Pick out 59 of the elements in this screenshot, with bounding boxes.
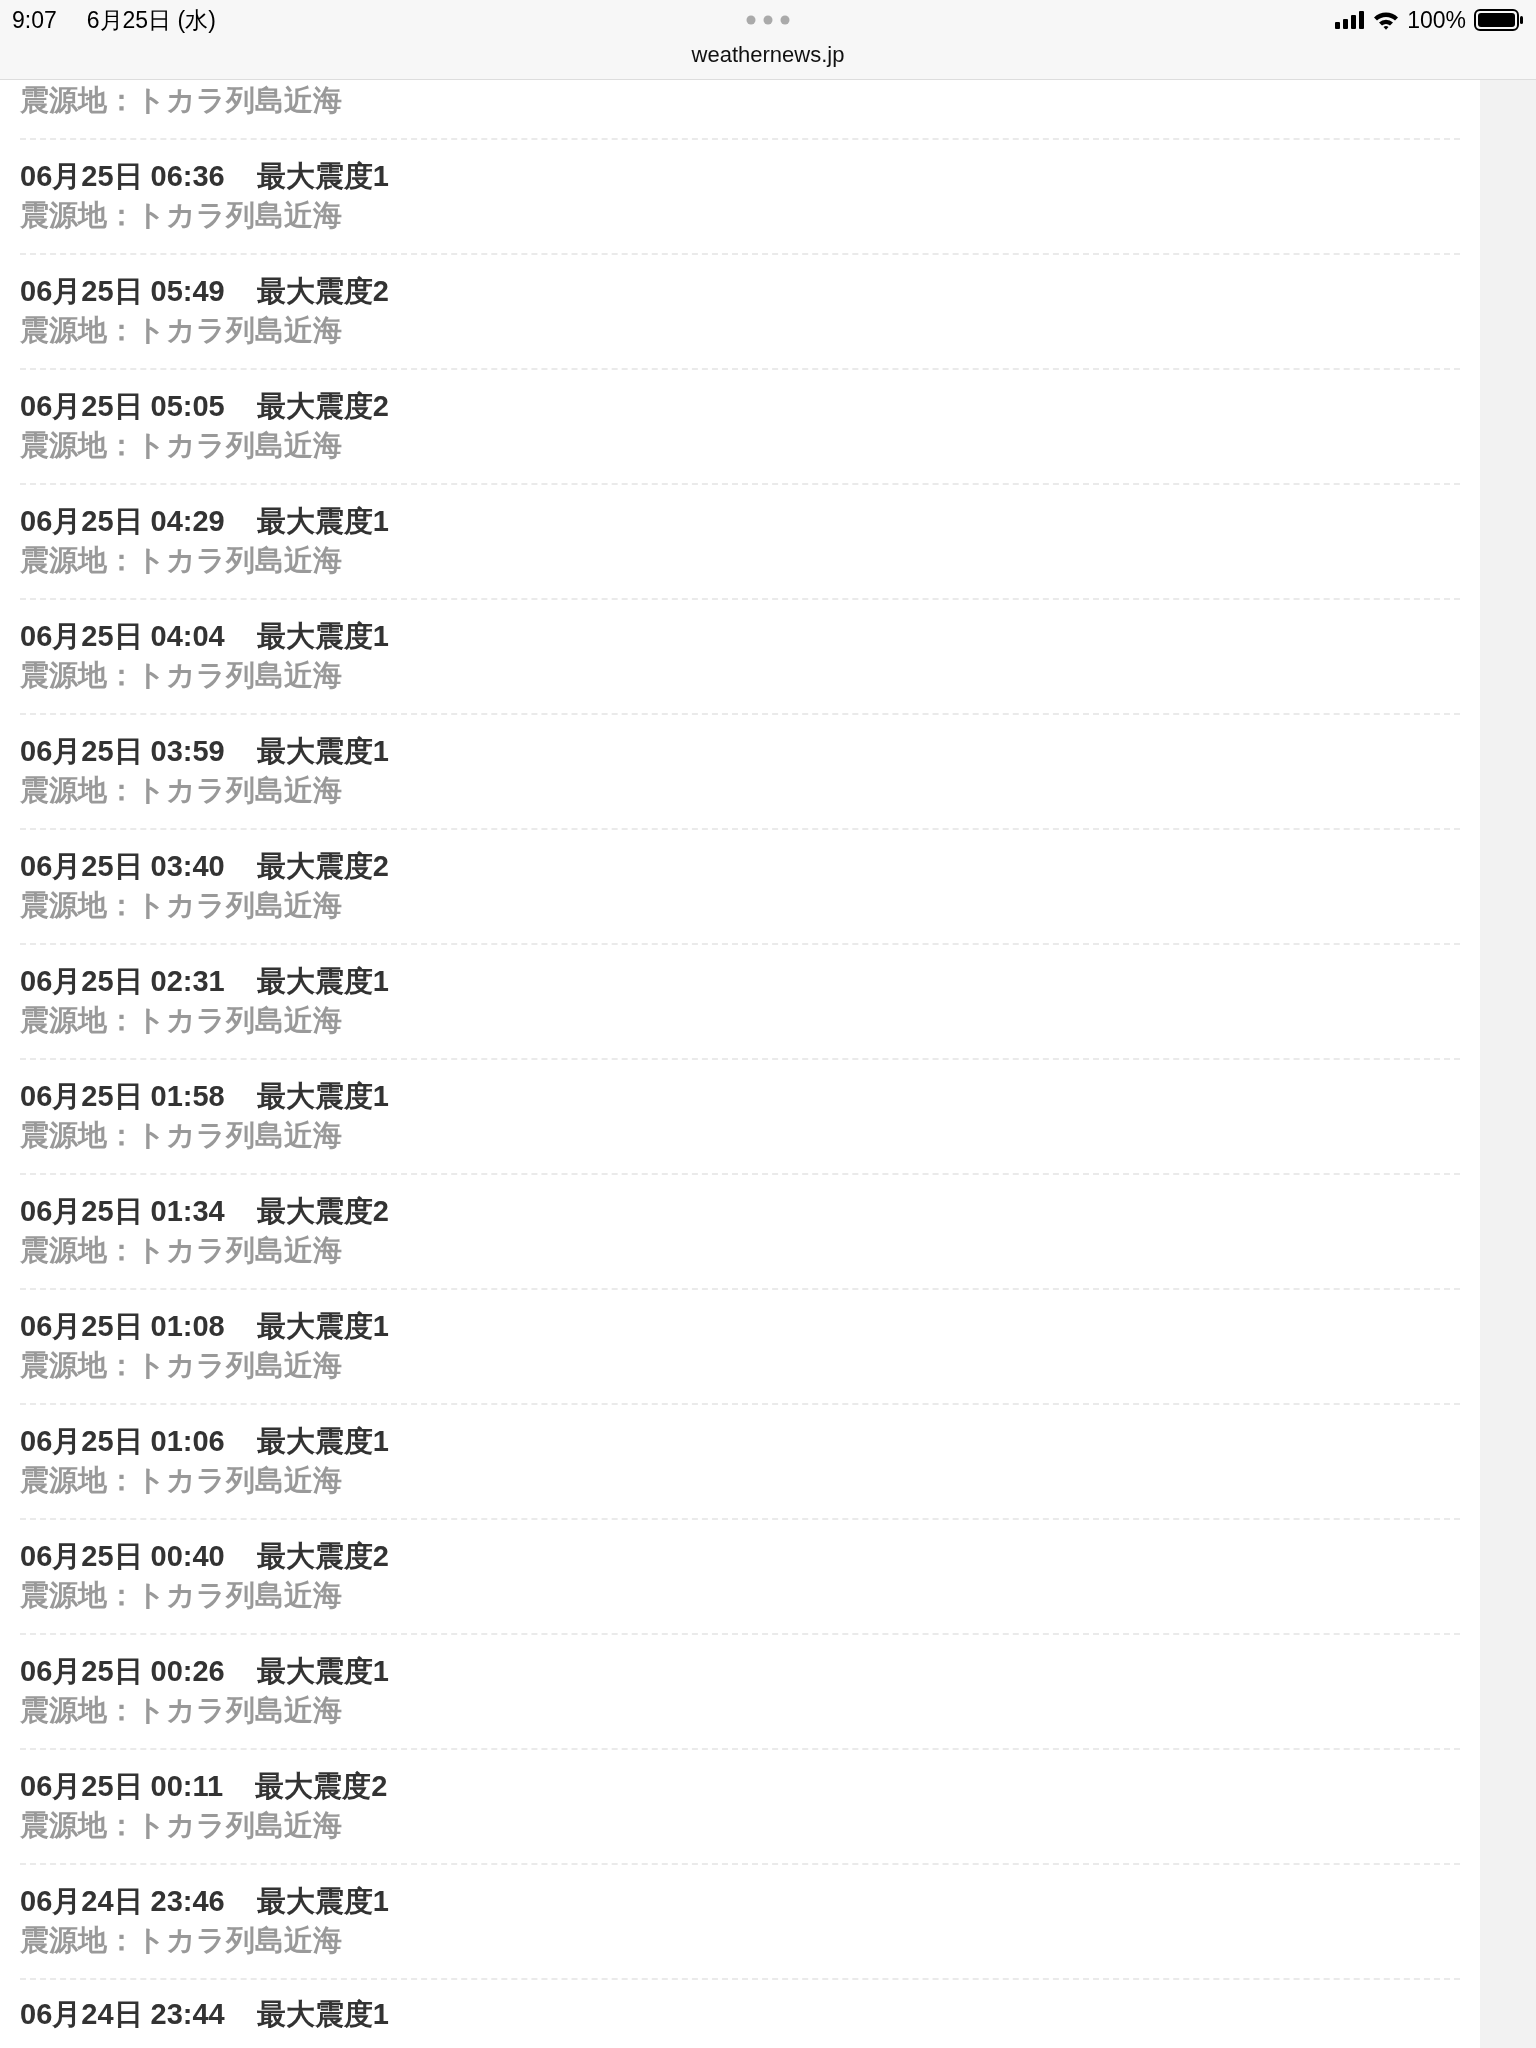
max-intensity[interactable]: 最大震度2 bbox=[256, 848, 389, 885]
wifi-icon bbox=[1373, 10, 1400, 30]
quake-datetime[interactable]: 06月25日 03:59 bbox=[20, 733, 225, 770]
battery-icon bbox=[1474, 9, 1524, 31]
epicenter-text: 震源地：トカラ列島近海 bbox=[20, 313, 343, 348]
quake-datetime[interactable]: 06月25日 01:58 bbox=[20, 1078, 225, 1115]
quake-datetime[interactable]: 06月25日 02:31 bbox=[20, 963, 225, 1000]
max-intensity[interactable]: 最大震度1 bbox=[256, 963, 389, 1000]
max-intensity[interactable]: 最大震度1 bbox=[256, 158, 389, 195]
max-intensity[interactable]: 最大震度1 bbox=[256, 1883, 389, 1920]
quake-datetime[interactable]: 06月25日 03:40 bbox=[20, 848, 225, 885]
max-intensity[interactable]: 最大震度2 bbox=[256, 388, 389, 425]
more-icon[interactable] bbox=[746, 15, 790, 25]
epicenter-text: 震源地：トカラ列島近海 bbox=[20, 658, 343, 693]
quake-datetime[interactable]: 06月25日 00:11 bbox=[20, 1768, 224, 1805]
epicenter-text: 震源地：トカラ列島近海 bbox=[20, 1463, 343, 1498]
max-intensity[interactable]: 最大震度1 bbox=[256, 1996, 389, 2033]
epicenter-text: 震源地：トカラ列島近海 bbox=[20, 1578, 343, 1613]
epicenter-text: 震源地：トカラ列島近海 bbox=[20, 1118, 343, 1153]
epicenter-text: 震源地：トカラ列島近海 bbox=[20, 888, 343, 923]
signal-icon bbox=[1335, 11, 1366, 29]
quake-datetime[interactable]: 06月25日 01:06 bbox=[20, 1423, 225, 1460]
max-intensity[interactable]: 最大震度1 bbox=[256, 1078, 389, 1115]
epicenter-text: 震源地：トカラ列島近海 bbox=[20, 1003, 343, 1038]
max-intensity[interactable]: 最大震度2 bbox=[256, 1538, 389, 1575]
status-date: 6月25日 (水) bbox=[86, 5, 216, 35]
max-intensity[interactable]: 最大震度2 bbox=[255, 1768, 388, 1805]
max-intensity[interactable]: 最大震度2 bbox=[256, 273, 389, 310]
epicenter-text: 震源地：トカラ列島近海 bbox=[20, 773, 343, 808]
quake-datetime[interactable]: 06月24日 23:46 bbox=[20, 1883, 225, 1920]
quake-datetime[interactable]: 06月25日 04:04 bbox=[20, 618, 225, 655]
max-intensity[interactable]: 最大震度1 bbox=[256, 503, 389, 540]
max-intensity[interactable]: 最大震度1 bbox=[256, 1308, 389, 1345]
quake-datetime[interactable]: 06月25日 00:26 bbox=[20, 1653, 225, 1690]
max-intensity[interactable]: 最大震度2 bbox=[256, 1193, 389, 1230]
max-intensity[interactable]: 最大震度1 bbox=[256, 1653, 389, 1690]
epicenter-text: 震源地：トカラ列島近海 bbox=[20, 543, 343, 578]
epicenter-text: 震源地：トカラ列島近海 bbox=[20, 1923, 343, 1958]
quake-datetime[interactable]: 06月25日 00:40 bbox=[20, 1538, 225, 1575]
epicenter-text: 震源地：トカラ列島近海 bbox=[20, 1348, 343, 1383]
address-url[interactable]: weathernews.jp bbox=[691, 42, 845, 68]
quake-datetime[interactable]: 06月25日 05:49 bbox=[20, 273, 225, 310]
epicenter-text: 震源地：トカラ列島近海 bbox=[20, 1808, 343, 1843]
epicenter-text: 震源地：トカラ列島近海 bbox=[20, 1693, 343, 1728]
epicenter-text: 震源地：トカラ列島近海 bbox=[20, 198, 343, 233]
quake-datetime[interactable]: 06月25日 04:29 bbox=[20, 503, 225, 540]
quake-datetime[interactable]: 06月25日 01:08 bbox=[20, 1308, 225, 1345]
epicenter-text: 震源地：トカラ列島近海 bbox=[20, 1233, 343, 1268]
quake-datetime[interactable]: 06月24日 23:44 bbox=[20, 1996, 225, 2033]
quake-datetime[interactable]: 06月25日 01:34 bbox=[20, 1193, 225, 1230]
max-intensity[interactable]: 最大震度1 bbox=[256, 618, 389, 655]
max-intensity[interactable]: 最大震度1 bbox=[256, 733, 389, 770]
epicenter-text: 震源地：トカラ列島近海 bbox=[20, 428, 343, 463]
max-intensity[interactable]: 最大震度1 bbox=[256, 1423, 389, 1460]
epicenter-text: 震源地：トカラ列島近海 bbox=[20, 83, 343, 118]
status-time: 9:07 bbox=[12, 6, 57, 34]
quake-datetime[interactable]: 06月25日 06:36 bbox=[20, 158, 225, 195]
battery-percentage: 100% bbox=[1407, 6, 1466, 34]
quake-datetime[interactable]: 06月25日 05:05 bbox=[20, 388, 225, 425]
